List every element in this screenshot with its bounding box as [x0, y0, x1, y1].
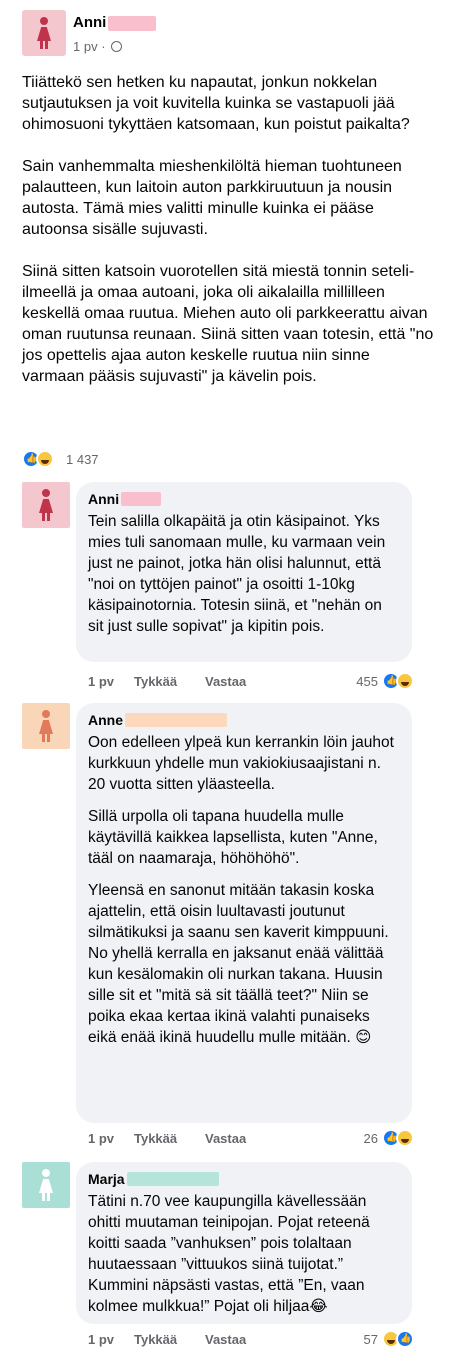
post-body: Tiiättekö sen hetken ku napautat, jonkun…	[22, 72, 434, 408]
like-button[interactable]: Tykkää	[134, 1131, 177, 1146]
like-reaction-icon	[396, 1330, 414, 1348]
comment-time[interactable]: 1 pv	[88, 1131, 114, 1146]
comment-author-name[interactable]: Anni	[88, 491, 119, 507]
comment-bubble: Anne Oon edelleen ylpeä kun kerrankin lö…	[76, 703, 412, 1123]
post-paragraph: Sain vanhemmalta mieshenkilöltä hieman t…	[22, 158, 402, 238]
comment-text: Oon edelleen ylpeä kun kerrankin löin ja…	[88, 732, 400, 1048]
comment-time[interactable]: 1 pv	[88, 674, 114, 689]
haha-reaction-icon	[36, 450, 54, 468]
name-redaction	[108, 15, 157, 31]
avatar[interactable]	[22, 703, 70, 749]
comment-paragraph: Oon edelleen ylpeä kun kerrankin löin ja…	[88, 734, 394, 793]
comment-author[interactable]: Marja	[88, 1170, 400, 1188]
comment-reactions[interactable]: 57	[338, 1330, 418, 1350]
post-author[interactable]: Anni	[73, 14, 157, 31]
haha-reaction-icon	[396, 1129, 414, 1147]
comment-author[interactable]: Anni	[88, 490, 400, 508]
comment-bubble: Marja Tätini n.70 vee kaupungilla kävell…	[76, 1162, 412, 1324]
post-paragraph: Tiiättekö sen hetken ku napautat, jonkun…	[22, 74, 410, 133]
comment-actions: 1 pv Tykkää Vastaa 57	[88, 1330, 418, 1352]
comment-author-name[interactable]: Anne	[88, 712, 123, 728]
post-header: Anni 1 pv ·	[22, 10, 442, 60]
haha-reaction-icon	[396, 672, 414, 690]
avatar[interactable]	[22, 10, 66, 56]
like-button[interactable]: Tykkää	[134, 1332, 177, 1347]
reply-button[interactable]: Vastaa	[205, 674, 246, 689]
reaction-count[interactable]: 1 437	[66, 452, 99, 467]
avatar[interactable]	[22, 1162, 70, 1208]
name-redaction	[125, 713, 227, 727]
comment-reactions[interactable]: 455	[338, 672, 418, 692]
like-button[interactable]: Tykkää	[134, 674, 177, 689]
comment-bubble: Anni Tein salilla olkapäitä ja otin käsi…	[76, 482, 412, 662]
comment-time[interactable]: 1 pv	[88, 1332, 114, 1347]
comment-author[interactable]: Anne	[88, 711, 400, 729]
name-redaction	[126, 1172, 219, 1186]
comment-paragraph: Sillä urpolla oli tapana huudella mulle …	[88, 808, 378, 867]
post-author-name[interactable]: Anni	[73, 14, 106, 31]
name-redaction	[121, 492, 162, 506]
comment-actions: 1 pv Tykkää Vastaa 26	[88, 1129, 418, 1151]
reaction-count[interactable]: 26	[364, 1131, 378, 1146]
comment-reactions[interactable]: 26	[338, 1129, 418, 1149]
post-time[interactable]: 1 pv	[73, 39, 98, 54]
avatar[interactable]	[22, 482, 70, 528]
reaction-count[interactable]: 455	[356, 674, 378, 689]
comment-paragraph: Yleensä en sanonut mitään takasin koska …	[88, 882, 389, 1046]
reaction-count[interactable]: 57	[364, 1332, 378, 1347]
globe-icon	[111, 41, 123, 52]
comment-text: Tein salilla olkapäitä ja otin käsipaino…	[88, 511, 400, 637]
reply-button[interactable]: Vastaa	[205, 1131, 246, 1146]
reply-button[interactable]: Vastaa	[205, 1332, 246, 1347]
post-reactions[interactable]: 1 437	[22, 450, 222, 472]
post-paragraph: Siinä sitten katsoin vuorotellen sitä mi…	[22, 263, 434, 385]
comment-paragraph: Tein salilla olkapäitä ja otin käsipaino…	[88, 513, 386, 635]
comment-actions: 1 pv Tykkää Vastaa 455	[88, 672, 418, 694]
post-meta: 1 pv ·	[73, 39, 123, 54]
comment-author-name[interactable]: Marja	[88, 1171, 125, 1187]
comment-text: Tätini n.70 vee kaupungilla kävellessään…	[88, 1191, 400, 1317]
comment-paragraph: Tätini n.70 vee kaupungilla kävellessään…	[88, 1193, 370, 1315]
